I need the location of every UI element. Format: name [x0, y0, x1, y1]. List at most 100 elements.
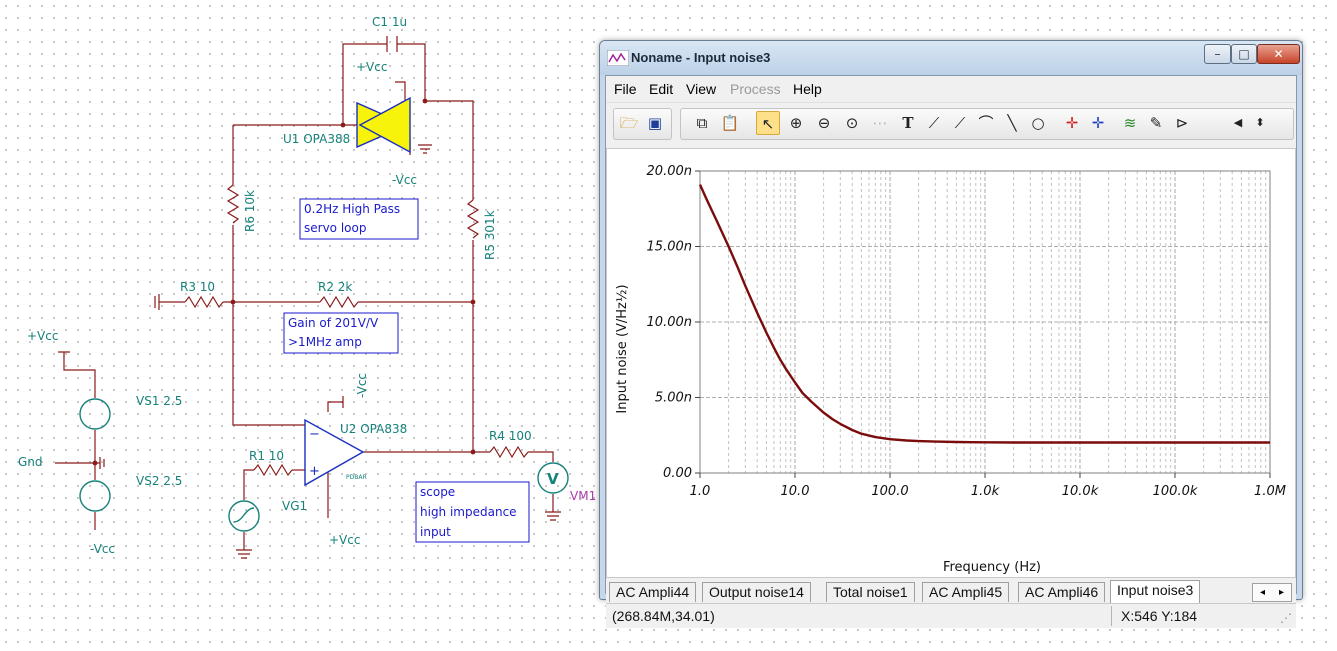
cursor-b-icon[interactable]: ✛ — [1086, 111, 1110, 135]
x-tick-label: 1.0 — [690, 484, 711, 499]
pointer-icon[interactable]: ↖ — [756, 111, 780, 135]
wire-u2-neg — [327, 396, 344, 412]
voltage-source-vs1[interactable] — [79, 398, 111, 430]
tab-total-noise1[interactable]: Total noise1 — [826, 582, 915, 602]
title-bar[interactable]: Noname - Input noise3 – □ ✕ — [600, 41, 1302, 75]
close-button[interactable]: ✕ — [1257, 44, 1300, 64]
x-axis-label: Frequency (Hz) — [943, 560, 1041, 575]
note-scope-line1: scope — [420, 485, 455, 499]
x-tick-label: 100.0 — [871, 484, 908, 499]
text-icon[interactable]: T — [896, 111, 920, 135]
menu-view[interactable]: View — [686, 81, 716, 97]
scroll-updown-icon[interactable]: ⬍ — [1248, 111, 1272, 135]
tab-ac-ampli45[interactable]: AC Ampli45 — [922, 582, 1010, 602]
voltage-source-vs2[interactable] — [79, 480, 111, 512]
resistor-r5[interactable] — [466, 199, 480, 239]
resistor-r2[interactable] — [319, 295, 359, 309]
label-vcc-top: +Vcc — [356, 60, 387, 74]
status-coordinates: (268.84M,34.01) — [612, 608, 715, 624]
app-chart-icon — [607, 50, 629, 66]
label-c1: C1 1u — [372, 15, 407, 29]
label-icon[interactable]: ⟋ — [922, 111, 946, 135]
resistor-r1[interactable] — [253, 463, 293, 477]
paste-icon[interactable]: 📋 — [718, 111, 742, 135]
label-pdbar: PDBAR — [346, 474, 367, 481]
y-tick-label: 15.00n — [647, 240, 692, 255]
label-r1: R1 10 — [249, 449, 284, 463]
x-tick-label: 100.0k — [1153, 484, 1198, 499]
junction-dot — [422, 98, 428, 104]
tab-scroll: ◂ ▸ — [1252, 583, 1292, 602]
add-curve-icon[interactable]: ≋ — [1118, 111, 1142, 135]
zoom-out-icon[interactable]: ⊖ — [812, 111, 836, 135]
tab-output-noise14[interactable]: Output noise14 — [702, 582, 811, 602]
label-vcc-neg-u2: -Vcc — [355, 373, 369, 398]
x-tick-label: 10.0k — [1062, 484, 1099, 499]
save-icon[interactable]: ▣ — [643, 111, 667, 135]
note-scope-line3: input — [420, 525, 451, 539]
analysis-window[interactable]: Noname - Input noise3 – □ ✕ File Edit Vi… — [599, 40, 1303, 628]
label-vcc-neg-left: -Vcc — [90, 542, 115, 556]
junction-dot — [340, 122, 346, 128]
tab-scroll-right-icon[interactable]: ▸ — [1272, 584, 1291, 601]
wire-r4-vm — [528, 451, 554, 462]
note-highpass-line1: 0.2Hz High Pass — [304, 202, 400, 216]
zoom-in-icon[interactable]: ⊕ — [784, 111, 808, 135]
label-alt-icon[interactable]: ⟋ — [948, 111, 972, 135]
menu-help[interactable]: Help — [793, 81, 822, 97]
note-gain-line2: >1MHz amp — [288, 335, 362, 349]
label-vg1: VG1 — [282, 499, 307, 513]
grid-icon[interactable]: ⋯ — [868, 111, 892, 135]
pen-icon[interactable]: ✎ — [1144, 111, 1168, 135]
menu-process[interactable]: Process — [730, 81, 781, 97]
wire-u1-vcc — [395, 81, 406, 100]
x-tick-label: 1.0M — [1254, 484, 1286, 499]
wire-left-vcc — [58, 351, 96, 398]
noise-chart[interactable]: 1.0 10.0 100.0 1.0k 10.0k 100.0k 1.0M 0.00 5.00n… — [607, 149, 1297, 577]
capacitor-c1[interactable] — [386, 36, 398, 52]
formula-icon[interactable]: ⌒ — [974, 111, 998, 135]
tab-scroll-left-icon[interactable]: ◂ — [1253, 584, 1272, 601]
label-vcc-left: +Vcc — [27, 329, 58, 343]
y-tick-label: 20.00n — [647, 164, 692, 179]
wire-vg1 — [243, 469, 254, 500]
ground-r3 — [154, 294, 160, 310]
tab-ac-ampli44[interactable]: AC Ampli44 — [609, 582, 697, 602]
menu-edit[interactable]: Edit — [649, 81, 673, 97]
copy-icon[interactable]: ⧉ — [690, 111, 714, 135]
wire-u1-out — [425, 100, 474, 200]
wire-u1-gnd — [409, 140, 432, 155]
status-cursor-position: X:546 Y:184 — [1121, 608, 1198, 624]
menu-file[interactable]: File — [614, 81, 637, 97]
toolbar: 🗁 ▣ ⧉ 📋 ↖ ⊕ ⊖ ⊙ ⋯ T ⟋ ⟋ ⌒ ╲ ○ ✛ ✛ ≋ ✎ ⊳ … — [606, 102, 1296, 147]
resistor-r4[interactable] — [489, 445, 529, 459]
tab-ac-ampli46[interactable]: AC Ampli46 — [1018, 582, 1106, 602]
note-scope-line2: high impedance — [420, 505, 517, 519]
label-gnd: Gnd — [18, 455, 43, 469]
voltmeter-symbol: V — [547, 470, 559, 488]
minimize-button[interactable]: – — [1204, 44, 1231, 64]
y-tick-label: 0.00 — [663, 466, 692, 481]
plot-panel[interactable]: 1.0 10.0 100.0 1.0k 10.0k 100.0k 1.0M 0.00 5.00n… — [606, 148, 1296, 578]
resize-grip-icon[interactable]: ⋰ — [1280, 611, 1292, 625]
junction-dot — [470, 299, 476, 305]
maximize-button[interactable]: □ — [1231, 44, 1257, 64]
schematic-canvas[interactable]: V − + C1 1u +Vcc U1 OPA388 -Vcc R6 10k R… — [0, 0, 600, 651]
open-icon[interactable]: 🗁 — [617, 111, 641, 135]
tab-input-noise3[interactable]: Input noise3 — [1110, 580, 1201, 603]
cursor-a-icon[interactable]: ✛ — [1060, 111, 1084, 135]
scroll-left-icon[interactable]: ◀ — [1226, 111, 1250, 135]
resistor-r6[interactable] — [226, 184, 240, 224]
y-tick-label: 10.00n — [647, 315, 692, 330]
zoom-100-icon[interactable]: ⊙ — [840, 111, 864, 135]
line-icon[interactable]: ╲ — [1000, 111, 1024, 135]
wire-vm-gnd — [545, 494, 561, 521]
label-vcc-u2: +Vcc — [329, 533, 360, 547]
window-client: File Edit View Process Help 🗁 ▣ ⧉ 📋 ↖ ⊕ … — [605, 75, 1297, 628]
flag-icon[interactable]: ⊳ — [1170, 111, 1194, 135]
wire-c1-right — [397, 43, 426, 101]
circle-icon[interactable]: ○ — [1026, 111, 1050, 135]
junction-dot — [230, 299, 236, 305]
noise-curve — [698, 184, 1270, 444]
resistor-r3[interactable] — [184, 295, 224, 309]
